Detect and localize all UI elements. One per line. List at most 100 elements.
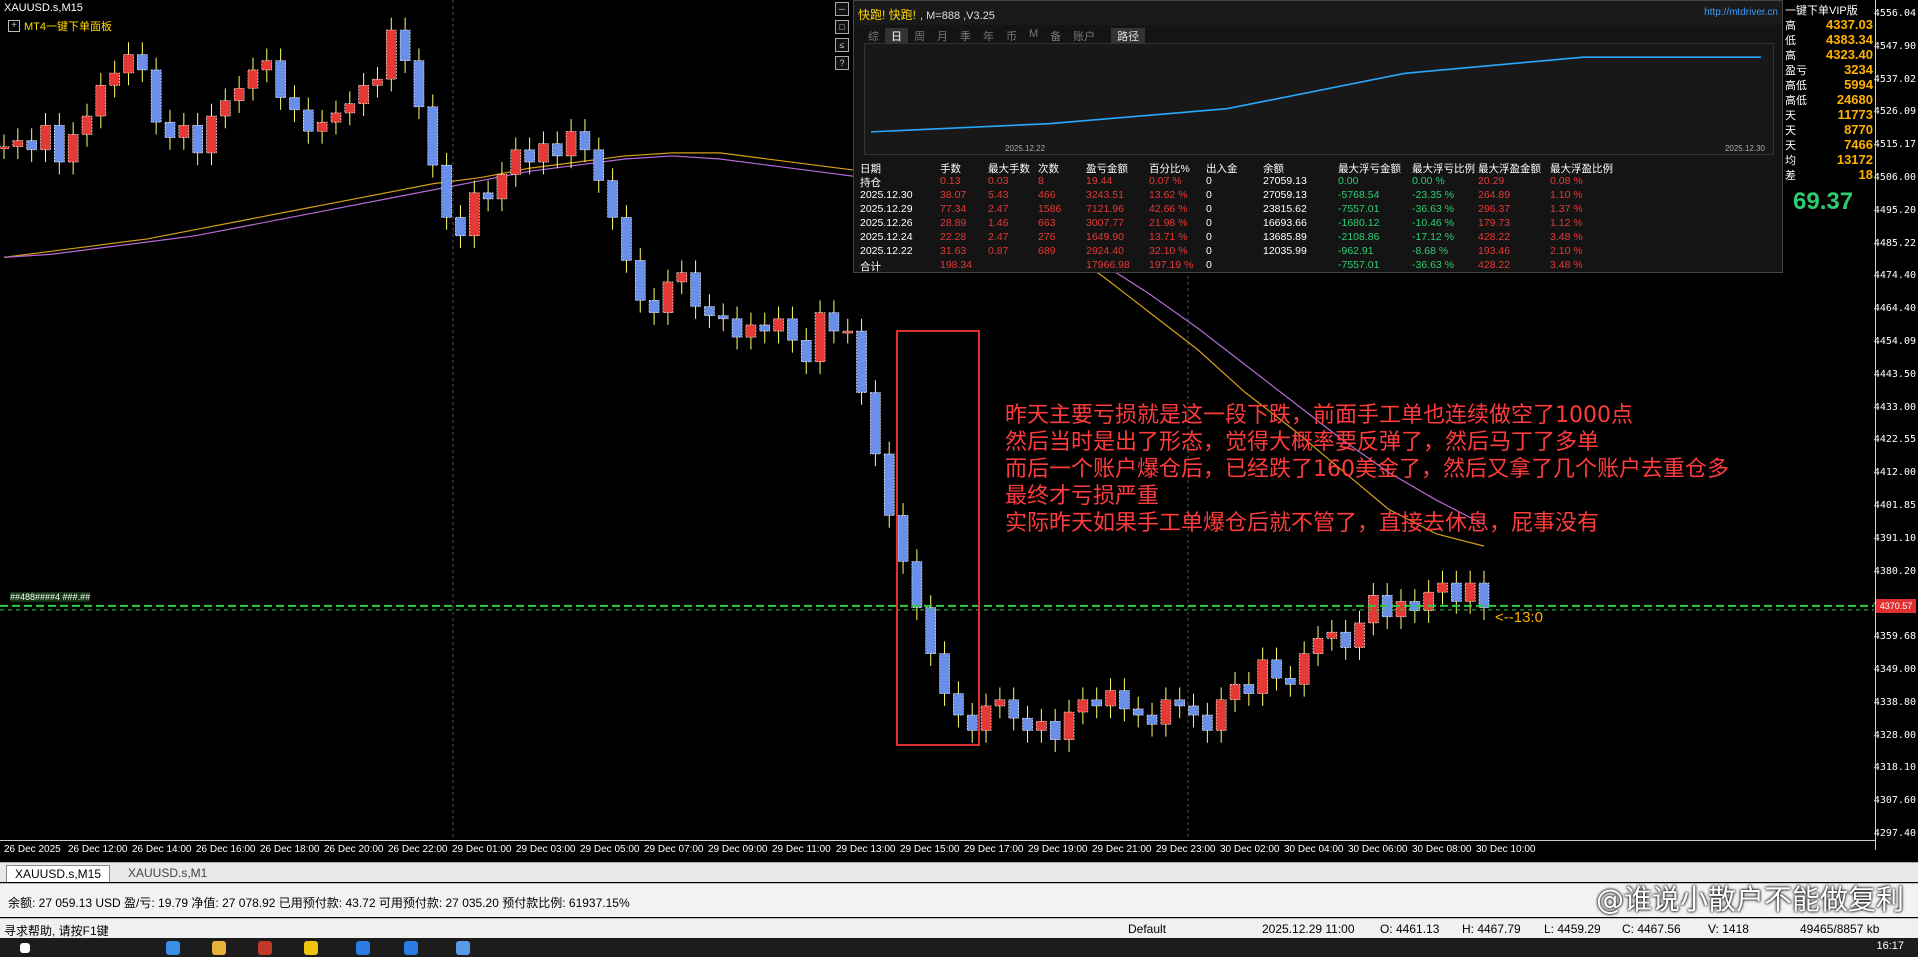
stats-table-cell: -962.91 bbox=[1338, 245, 1374, 257]
stats-tab[interactable]: 综 bbox=[862, 28, 885, 44]
stats-table-cell: 5.43 bbox=[988, 189, 1009, 201]
candle-body bbox=[980, 705, 992, 731]
candle-body bbox=[1036, 720, 1047, 731]
folder-icon[interactable] bbox=[212, 941, 226, 955]
stats-tab[interactable]: 备 bbox=[1044, 28, 1067, 44]
stats-table-cell: 0.00 % bbox=[1412, 175, 1445, 187]
stats-panel-side-buttons: ─ □ ≤ ? bbox=[835, 2, 851, 74]
price-tick-label: 4547.90 bbox=[1873, 40, 1916, 52]
price-tick-label: 4318.10 bbox=[1873, 762, 1916, 774]
stats-table-cell: 264.89 bbox=[1478, 189, 1511, 201]
candle-body bbox=[731, 318, 743, 338]
candle-body bbox=[192, 124, 203, 154]
candle-body bbox=[1146, 714, 1158, 725]
stats-tab[interactable]: 季 bbox=[954, 28, 977, 44]
stats-table-cell: 663 bbox=[1038, 217, 1056, 229]
restore-button[interactable]: □ bbox=[835, 20, 849, 34]
time-tick-label: 26 Dec 20:00 bbox=[324, 844, 384, 855]
stats-table-cell: 7121.96 bbox=[1086, 203, 1124, 215]
stats-table-cell: -17.12 % bbox=[1412, 231, 1455, 243]
minimize-button[interactable]: ─ bbox=[835, 2, 849, 16]
route-tab[interactable]: 路径 bbox=[1111, 28, 1146, 44]
one-click-panel-button[interactable]: + MT4一键下单面板 bbox=[8, 18, 112, 34]
right-info-value: 11773 bbox=[1837, 107, 1873, 122]
candle-body bbox=[1395, 601, 1407, 618]
candle-body bbox=[1271, 659, 1282, 679]
stats-tab[interactable]: M bbox=[1023, 28, 1044, 44]
app-icon[interactable] bbox=[258, 941, 272, 955]
time-tick-label: 29 Dec 21:00 bbox=[1092, 844, 1152, 855]
stats-table-cell: 3.48 % bbox=[1550, 259, 1583, 271]
stats-table-cell: 428.22 bbox=[1478, 231, 1511, 243]
price-tick-label: 4359.68 bbox=[1873, 631, 1916, 643]
stats-table-cell: 1649.90 bbox=[1086, 231, 1124, 243]
candle-body bbox=[883, 453, 895, 516]
notes-icon[interactable] bbox=[304, 941, 318, 955]
stats-table-cell: 42.66 % bbox=[1149, 203, 1188, 215]
graph-end-date: 2025.12.30 bbox=[1724, 144, 1765, 153]
candle-body bbox=[247, 69, 259, 89]
tab-xauusd-m1[interactable]: XAUUSD.s,M1 bbox=[120, 865, 215, 882]
graph-start-date: 2025.12.22 bbox=[1005, 144, 1046, 153]
stats-table-cell: 0.00 bbox=[1338, 175, 1359, 187]
right-info-value: 3234 bbox=[1844, 62, 1873, 77]
browser-icon[interactable] bbox=[166, 941, 180, 955]
time-tick-label: 29 Dec 07:00 bbox=[644, 844, 704, 855]
stats-tab[interactable]: 币 bbox=[1000, 28, 1023, 44]
tab-xauusd-m15[interactable]: XAUUSD.s,M15 bbox=[6, 865, 111, 882]
right-info-value: 5994 bbox=[1844, 77, 1873, 92]
candle-body bbox=[717, 315, 729, 320]
left-level-tag: ##488####4 ###.## bbox=[10, 592, 91, 602]
stats-tab[interactable]: 账户 bbox=[1067, 28, 1101, 44]
time-tick-label: 30 Dec 02:00 bbox=[1220, 844, 1280, 855]
right-info-label: 高低 bbox=[1785, 95, 1807, 107]
right-info-value: 4383.34 bbox=[1826, 32, 1873, 47]
candle-body bbox=[233, 88, 245, 101]
candle-body bbox=[455, 217, 466, 237]
stats-version: , M=888 ,V3.25 bbox=[920, 10, 995, 22]
price-tick-label: 4464.40 bbox=[1873, 303, 1916, 315]
candle-body bbox=[842, 330, 854, 334]
terminal-icon[interactable] bbox=[356, 941, 370, 955]
stats-table-cell: 689 bbox=[1038, 245, 1056, 257]
status-volume: V: 1418 bbox=[1708, 922, 1749, 936]
price-tick-label: 4537.02 bbox=[1873, 73, 1916, 85]
time-axis[interactable]: 26 Dec 2025 26 Dec 12:00 26 Dec 14:00 26 De… bbox=[0, 840, 1875, 858]
stats-tab[interactable]: 年 bbox=[977, 28, 1000, 44]
stats-table-cell: 296.37 bbox=[1478, 203, 1511, 215]
stats-table-cell: 2025.12.30 bbox=[860, 189, 913, 201]
price-axis[interactable]: 4556.04 4547.90 4537.02 4526.09 4515.17 4506.… bbox=[1873, 0, 1918, 850]
candle-body bbox=[1132, 708, 1144, 716]
stats-tab[interactable]: 周 bbox=[908, 28, 931, 44]
stats-table-row: 持仓 0.13 0.03 8 19.44 0.07 % 0 27059.13 0.00 0.00 … bbox=[860, 175, 1776, 189]
stats-table-cell: 466 bbox=[1038, 189, 1056, 201]
candle-body bbox=[399, 29, 411, 62]
candle-body bbox=[468, 192, 480, 237]
terminal2-icon[interactable] bbox=[404, 941, 418, 955]
stats-table-row: 2025.12.29 77.34 2.47 1586 7121.96 42.66 % 0 23… bbox=[860, 203, 1776, 217]
candle-body bbox=[1077, 699, 1089, 713]
annotation-line: 实际昨天如果手工单爆仓后就不管了，直接去休息，屁事没有 bbox=[1005, 511, 1600, 536]
chart-toggle-button[interactable]: ≤ bbox=[835, 38, 849, 52]
right-info-row: 天 7466 bbox=[1783, 137, 1875, 153]
stats-table-cell: -36.63 % bbox=[1412, 203, 1455, 215]
stats-url-link[interactable]: http://mtdriver.cn bbox=[1704, 7, 1778, 18]
start-icon[interactable] bbox=[20, 943, 30, 953]
chart-annotation: 昨天主要亏损就是这一段下跌，前面手工单也连续做空了1000点 然后当时是出了形态，… bbox=[1005, 402, 1729, 537]
stats-table-cell: 0 bbox=[1206, 245, 1212, 257]
stats-table-cell: 持仓 bbox=[860, 177, 881, 189]
candle-body bbox=[1008, 699, 1020, 719]
help-button[interactable]: ? bbox=[835, 56, 849, 70]
time-tick-label: 29 Dec 11:00 bbox=[772, 844, 831, 855]
mt4-terminal-window: XAUUSD.s,M15 + MT4一键下单面板 4556.04 4547.90 4… bbox=[0, 0, 1918, 957]
candle-body bbox=[773, 318, 784, 332]
stats-tab[interactable]: 月 bbox=[931, 28, 954, 44]
stats-header-cell: 盈亏金额 bbox=[1086, 163, 1128, 175]
terminal3-icon[interactable] bbox=[456, 941, 470, 955]
stats-table-cell: 12035.99 bbox=[1263, 245, 1307, 257]
stats-table-row: 2025.12.24 22.28 2.47 276 1649.90 13.71 % 0 136… bbox=[860, 231, 1776, 245]
taskbar-clock: 16:17 bbox=[1876, 940, 1904, 952]
stats-header-cell: 最大浮盈比例 bbox=[1550, 163, 1613, 175]
candle-body bbox=[1022, 717, 1033, 731]
stats-tab[interactable]: 日 bbox=[885, 28, 908, 44]
